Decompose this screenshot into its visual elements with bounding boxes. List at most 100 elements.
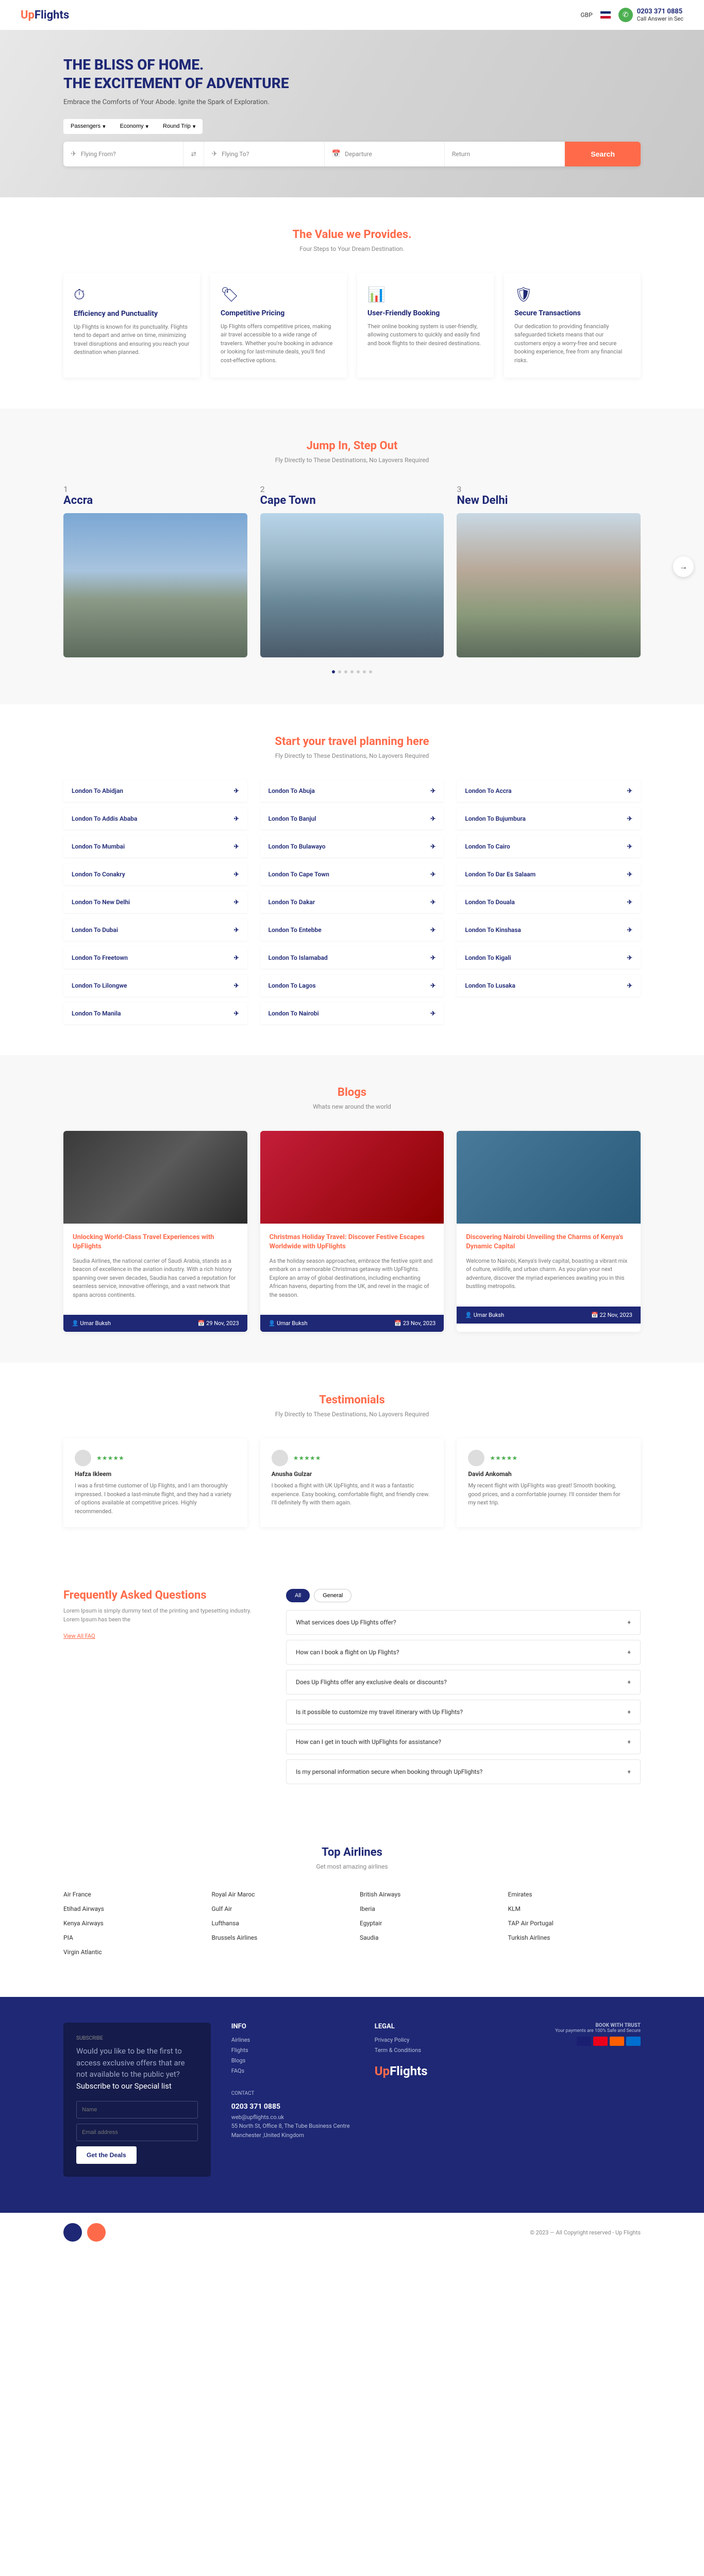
faq-item[interactable]: Is my personal information secure when b… bbox=[286, 1759, 641, 1784]
currency-selector[interactable]: GBP bbox=[580, 11, 592, 19]
faq-item[interactable]: What services does Up Flights offer? + bbox=[286, 1610, 641, 1635]
faq-item[interactable]: How can I get in touch with UpFlights fo… bbox=[286, 1730, 641, 1754]
route-item[interactable]: London To New Delhi ✈ bbox=[63, 891, 247, 913]
route-item[interactable]: London To Mumbai ✈ bbox=[63, 836, 247, 857]
airline-link[interactable]: Air France bbox=[63, 1891, 196, 1898]
route-item[interactable]: London To Cape Town ✈ bbox=[260, 863, 444, 885]
dest-card[interactable]: 2 Cape Town bbox=[260, 484, 444, 657]
route-item[interactable]: London To Manila ✈ bbox=[63, 1003, 247, 1024]
airline-link[interactable]: Saudia bbox=[360, 1934, 493, 1941]
blog-card[interactable]: Discovering Nairobi Unveiling the Charms… bbox=[457, 1131, 641, 1332]
dot[interactable] bbox=[338, 670, 341, 673]
airline-link[interactable]: Emirates bbox=[508, 1891, 641, 1898]
route-item[interactable]: London To Dakar ✈ bbox=[260, 891, 444, 913]
airline-link[interactable]: British Airways bbox=[360, 1891, 493, 1898]
airline-link[interactable]: Lufthansa bbox=[212, 1920, 345, 1927]
route-item[interactable]: London To Freetown ✈ bbox=[63, 947, 247, 969]
plane-icon: ✈ bbox=[430, 871, 435, 878]
footer-link[interactable]: Term & Conditions bbox=[375, 2047, 497, 2054]
route-item[interactable]: London To Dubai ✈ bbox=[63, 919, 247, 941]
route-item[interactable]: London To Bulawayo ✈ bbox=[260, 836, 444, 857]
route-item[interactable]: London To Nairobi ✈ bbox=[260, 1003, 444, 1024]
value-section: The Value we Provides. Four Steps to You… bbox=[0, 197, 704, 409]
dot[interactable] bbox=[350, 670, 354, 673]
logo[interactable]: UpFlights bbox=[21, 9, 69, 22]
blog-card[interactable]: Unlocking World-Class Travel Experiences… bbox=[63, 1131, 247, 1332]
airline-link[interactable]: KLM bbox=[508, 1905, 641, 1912]
airline-link[interactable]: Royal Air Maroc bbox=[212, 1891, 345, 1898]
route-item[interactable]: London To Kigali ✈ bbox=[457, 947, 641, 969]
subscribe-button[interactable]: Get the Deals bbox=[76, 2146, 137, 2164]
airline-link[interactable]: Iberia bbox=[360, 1905, 493, 1912]
phone-badge[interactable]: ✆ 0203 371 0885 Call Answer in Sec bbox=[618, 8, 683, 22]
dot[interactable] bbox=[363, 670, 366, 673]
subscribe-title: Would you like to be the first to access… bbox=[76, 2045, 198, 2092]
to-field[interactable]: ✈Flying To? bbox=[204, 142, 324, 166]
route-label: London To Entebbe bbox=[269, 926, 322, 934]
blog-card[interactable]: Christmas Holiday Travel: Discover Festi… bbox=[260, 1131, 444, 1332]
footer: SUBSCRIBE Would you like to be the first… bbox=[0, 1997, 704, 2213]
route-item[interactable]: London To Accra ✈ bbox=[457, 780, 641, 802]
faq-item[interactable]: Does Up Flights offer any exclusive deal… bbox=[286, 1670, 641, 1694]
dest-card[interactable]: 3 New Delhi bbox=[457, 484, 641, 657]
dest-card[interactable]: 1 Accra bbox=[63, 484, 247, 657]
faq-tab-all[interactable]: All bbox=[286, 1589, 310, 1602]
route-item[interactable]: London To Dar Es Salaam ✈ bbox=[457, 863, 641, 885]
footer-link[interactable]: Privacy Policy bbox=[375, 2037, 497, 2043]
route-item[interactable]: London To Cairo ✈ bbox=[457, 836, 641, 857]
faq-tab-general[interactable]: General bbox=[314, 1589, 351, 1602]
name-input[interactable] bbox=[76, 2101, 198, 2119]
airline-link[interactable]: Brussels Airlines bbox=[212, 1934, 345, 1941]
roundtrip-tab[interactable]: Round Trip ▾ bbox=[156, 119, 203, 134]
footer-link[interactable]: Airlines bbox=[231, 2037, 354, 2043]
search-button[interactable]: Search bbox=[565, 142, 641, 166]
faq-item[interactable]: How can I book a flight on Up Flights? + bbox=[286, 1640, 641, 1665]
route-item[interactable]: London To Conakry ✈ bbox=[63, 863, 247, 885]
phone-subtitle: Call Answer in Sec bbox=[637, 15, 683, 22]
route-item[interactable]: London To Kinshasa ✈ bbox=[457, 919, 641, 941]
testimonial-card: ★★★★★ Hafza Ikleem I was a first-time cu… bbox=[63, 1438, 247, 1527]
email-input[interactable] bbox=[76, 2124, 198, 2141]
footer-link[interactable]: FAQs bbox=[231, 2067, 354, 2074]
airline-link[interactable]: Virgin Atlantic bbox=[63, 1948, 196, 1956]
star-rating: ★★★★★ bbox=[490, 1454, 517, 1462]
return-field[interactable]: Return bbox=[445, 142, 565, 166]
route-item[interactable]: London To Entebbe ✈ bbox=[260, 919, 444, 941]
footer-link[interactable]: Flights bbox=[231, 2047, 354, 2054]
swap-button[interactable]: ⇄ bbox=[183, 142, 204, 166]
from-field[interactable]: ✈Flying From? bbox=[63, 142, 183, 166]
route-item[interactable]: London To Lilongwe ✈ bbox=[63, 975, 247, 996]
faq-view-all-link[interactable]: View All FAQ bbox=[63, 1633, 95, 1639]
airline-link[interactable]: Gulf Air bbox=[212, 1905, 345, 1912]
route-item[interactable]: London To Addis Ababa ✈ bbox=[63, 808, 247, 829]
footer-link[interactable]: Blogs bbox=[231, 2057, 354, 2064]
airline-link[interactable]: PIA bbox=[63, 1934, 196, 1941]
route-item[interactable]: London To Abuja ✈ bbox=[260, 780, 444, 802]
route-item[interactable]: London To Bujumbura ✈ bbox=[457, 808, 641, 829]
uk-flag-icon[interactable] bbox=[600, 11, 611, 19]
faq-question: How can I get in touch with UpFlights fo… bbox=[296, 1738, 441, 1745]
route-item[interactable]: London To Abidjan ✈ bbox=[63, 780, 247, 802]
dot[interactable] bbox=[357, 670, 360, 673]
airline-link[interactable]: Turkish Airlines bbox=[508, 1934, 641, 1941]
dot[interactable] bbox=[369, 670, 372, 673]
airline-link[interactable]: Kenya Airways bbox=[63, 1920, 196, 1927]
dot[interactable] bbox=[344, 670, 347, 673]
dot[interactable] bbox=[332, 670, 335, 673]
route-label: London To Freetown bbox=[72, 954, 128, 961]
route-item[interactable]: London To Douala ✈ bbox=[457, 891, 641, 913]
passengers-tab[interactable]: Passengers ▾ bbox=[63, 119, 113, 134]
economy-tab[interactable]: Economy ▾ bbox=[113, 119, 156, 134]
route-item[interactable]: London To Banjul ✈ bbox=[260, 808, 444, 829]
airline-link[interactable]: TAP Air Portugal bbox=[508, 1920, 641, 1927]
next-arrow[interactable]: → bbox=[673, 556, 694, 577]
route-label: London To Kinshasa bbox=[465, 926, 521, 934]
route-item[interactable]: London To Islamabad ✈ bbox=[260, 947, 444, 969]
airline-link[interactable]: Etihad Airways bbox=[63, 1905, 196, 1912]
trip-tabs: Passengers ▾ Economy ▾ Round Trip ▾ bbox=[63, 119, 641, 134]
departure-field[interactable]: 📅Departure bbox=[325, 142, 445, 166]
route-item[interactable]: London To Lusaka ✈ bbox=[457, 975, 641, 996]
route-item[interactable]: London To Lagos ✈ bbox=[260, 975, 444, 996]
faq-item[interactable]: Is it possible to customize my travel it… bbox=[286, 1700, 641, 1724]
airline-link[interactable]: Egyptair bbox=[360, 1920, 493, 1927]
